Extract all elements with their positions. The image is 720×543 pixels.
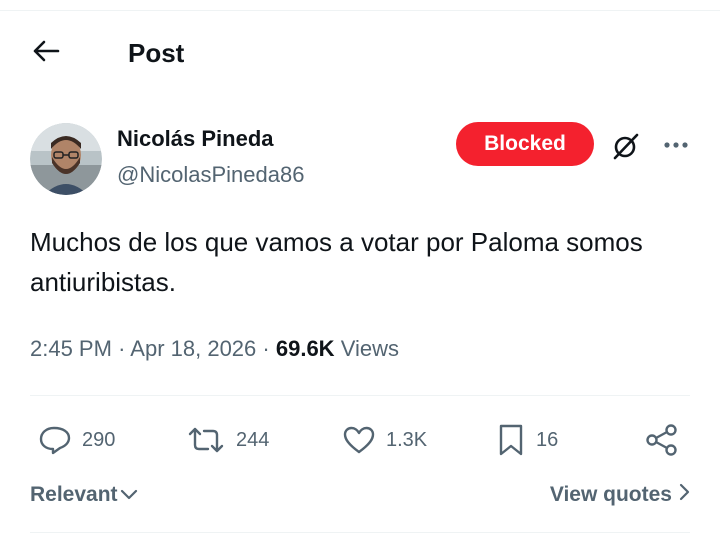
page-title: Post [128,38,185,68]
header: Post [0,18,720,88]
top-border [0,0,720,11]
meta-separator: · [262,336,276,361]
bookmark-count: 16 [536,428,559,451]
repost-icon [186,425,226,455]
avatar[interactable] [30,123,102,195]
like-button[interactable]: 1.3K [342,418,427,462]
repost-count: 244 [236,428,270,451]
reply-button[interactable]: 290 [38,418,115,462]
back-button[interactable] [24,36,68,70]
post-date[interactable]: Apr 18, 2026 [130,336,256,361]
more-options-icon[interactable] [656,130,696,160]
meta-separator: · [118,336,131,361]
chevron-right-icon [678,480,690,510]
share-button[interactable] [644,418,680,462]
heart-icon [342,425,376,455]
bookmark-button[interactable]: 16 [496,418,558,462]
author-name[interactable]: Nicolás Pineda [117,126,274,152]
author-handle[interactable]: @NicolasPineda86 [117,162,304,188]
like-count: 1.3K [386,428,428,451]
sort-label: Relevant [30,483,118,506]
divider [30,395,690,396]
blocked-button[interactable]: Blocked [456,122,594,166]
reply-count: 290 [82,428,116,451]
views-count: 69.6K [275,336,335,361]
repost-button[interactable]: 244 [186,418,269,462]
sort-dropdown[interactable]: Relevant [30,480,138,510]
post-text: Muchos de los que vamos a votar por Palo… [30,227,643,297]
grok-icon[interactable] [608,128,644,164]
arrow-left-icon [32,39,60,68]
reply-icon [38,425,72,455]
divider [30,532,690,533]
view-quotes-link[interactable]: View quotes [550,480,690,510]
post-meta: 2:45 PM · Apr 18, 2026 · 69.6K Views [30,334,399,364]
post-time[interactable]: 2:45 PM [30,336,112,361]
views-label: Views [340,336,399,361]
bookmark-icon [496,423,526,457]
view-quotes-label: View quotes [549,483,672,506]
chevron-down-icon [120,480,138,510]
share-icon [644,423,680,457]
